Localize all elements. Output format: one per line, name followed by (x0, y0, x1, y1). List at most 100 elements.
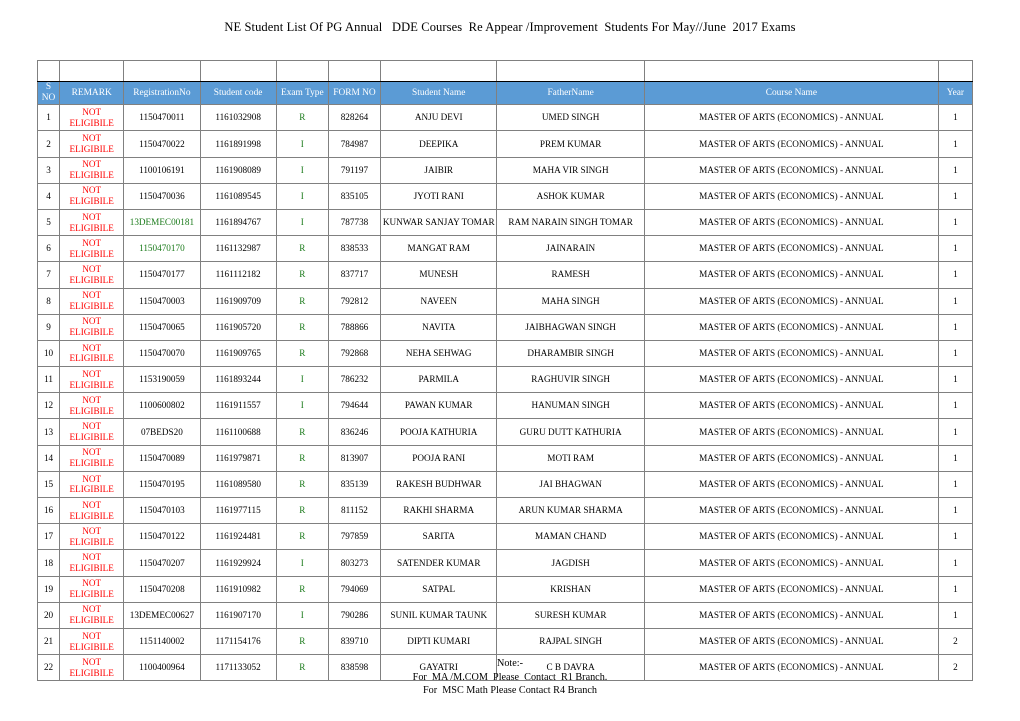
cell-student-name: POOJA RANI (380, 444, 498, 472)
cell-form-no: 836246 (327, 418, 382, 446)
spacer-cell-registration (123, 60, 201, 82)
cell-form-no: 838533 (327, 235, 382, 263)
cell-father-name: HANUMAN SINGH (496, 392, 645, 420)
table-row[interactable]: 12 NOT ELIGIBILE 1100600802 1161911557 I 79464… (36, 392, 974, 420)
remark-line-2: ELIGIBILE (69, 458, 114, 469)
cell-sno: 12 (36, 392, 61, 420)
table-row[interactable]: 20 NOT ELIGIBILE 13DEMEC00627 1161907170 I 790… (36, 601, 974, 629)
cell-form-no: 813907 (327, 444, 382, 472)
column-header-father-name[interactable]: FatherName (496, 80, 645, 106)
cell-father-name: JAINARAIN (496, 235, 645, 263)
column-header-year[interactable]: Year (937, 80, 974, 106)
cell-student-name: ANJU DEVI (380, 104, 498, 132)
cell-form-no: 803273 (327, 549, 382, 577)
table-row[interactable]: 15 NOT ELIGIBILE 1150470195 1161089580 R 83513… (36, 470, 974, 499)
cell-registration-no: 1153190059 (123, 366, 201, 394)
table-row[interactable]: 21 NOT ELIGIBILE 1151140002 1171154176 R 83971… (36, 627, 974, 656)
remark-line-2: ELIGIBILE (69, 222, 114, 233)
table-row[interactable]: 4 NOT ELIGIBILE 1150470036 1161089545 I 835105… (36, 182, 974, 210)
table-row[interactable]: 5 NOT ELIGIBILE 13DEMEC00181 1161894767 I 7877… (36, 208, 974, 237)
cell-exam-type: R (275, 627, 329, 656)
cell-father-name: JAI BHAGWAN (496, 470, 645, 499)
cell-sno: 21 (36, 627, 61, 656)
cell-registration-no: 1151140002 (123, 627, 201, 656)
remark-line-1: NOT (82, 499, 102, 510)
cell-remark: NOT ELIGIBILE (59, 627, 125, 656)
table-row[interactable]: 2 NOT ELIGIBILE 1150470022 1161891998 I 784987… (36, 130, 974, 158)
table-row[interactable]: 3 NOT ELIGIBILE 1100106191 1161908089 I 791197… (36, 156, 974, 184)
cell-registration-no: 1150470208 (123, 575, 201, 603)
table-row[interactable]: 18 NOT ELIGIBILE 1150470207 1161929924 I 80327… (36, 549, 974, 577)
cell-student-name: DIPTI KUMARI (380, 627, 498, 656)
cell-registration-no: 1150470170 (123, 235, 201, 263)
cell-sno: 10 (36, 339, 61, 368)
table-row[interactable]: 13 NOT ELIGIBILE 07BEDS20 1161100688 R 836246 P… (36, 418, 974, 446)
cell-remark: NOT ELIGIBILE (59, 366, 125, 394)
table-row[interactable]: 10 NOT ELIGIBILE 1150470070 1161909765 R 79286… (36, 339, 974, 368)
table-row[interactable]: 9 NOT ELIGIBILE 1150470065 1161905720 R 788866… (36, 313, 974, 341)
cell-remark: NOT ELIGIBILE (59, 261, 125, 289)
cell-student-code: 1161907170 (199, 601, 277, 629)
remark-line-1: NOT (82, 185, 102, 196)
table-header-row: S NO REMARK RegistrationNo Student code … (36, 80, 974, 106)
table-row[interactable]: 1 NOT ELIGIBILE 1150470011 1161032908 R 828264… (36, 104, 974, 132)
table-row[interactable]: 7 NOT ELIGIBILE 1150470177 1161112182 R 837717… (36, 261, 974, 289)
column-header-form-no[interactable]: FORM NO (327, 80, 382, 106)
spacer-cell-exam-type (275, 60, 329, 82)
table-row[interactable]: 6 NOT ELIGIBILE 1150470170 1161132987 R 838533… (36, 235, 974, 263)
cell-student-name: SARITA (380, 523, 498, 551)
remark-line-2: ELIGIBILE (69, 274, 114, 285)
column-header-remark[interactable]: REMARK (59, 80, 125, 106)
column-header-student-name[interactable]: Student Name (380, 80, 498, 106)
table-row[interactable]: 16 NOT ELIGIBILE 1150470103 1161977115 R 81115… (36, 496, 974, 525)
cell-course-name: MASTER OF ARTS (ECONOMICS) - ANNUAL (643, 339, 939, 368)
remark-line-1: NOT (82, 290, 102, 301)
cell-father-name: RAGHUVIR SINGH (496, 366, 645, 394)
remark-line-2: ELIGIBILE (69, 143, 114, 154)
cell-year: 1 (937, 575, 974, 603)
table-row[interactable]: 11 NOT ELIGIBILE 1153190059 1161893244 I 78623… (36, 366, 974, 394)
cell-student-name: SATENDER KUMAR (380, 549, 498, 577)
table-row[interactable]: 19 NOT ELIGIBILE 1150470208 1161910982 R 79406… (36, 575, 974, 603)
cell-course-name: MASTER OF ARTS (ECONOMICS) - ANNUAL (643, 130, 939, 158)
spacer-cell-year (937, 60, 974, 82)
cell-exam-type: R (275, 287, 329, 315)
footer-note: Note:- For MA /M.COM Please Contact R1 B… (0, 657, 1020, 698)
cell-student-code: 1161910982 (199, 575, 277, 603)
cell-year: 1 (937, 130, 974, 158)
cell-student-code: 1161100688 (199, 418, 277, 446)
cell-student-code: 1161911557 (199, 392, 277, 420)
cell-year: 1 (937, 418, 974, 446)
cell-student-name: RAKESH BUDHWAR (380, 470, 498, 499)
cell-student-code: 1161112182 (199, 261, 277, 289)
cell-remark: NOT ELIGIBILE (59, 496, 125, 525)
cell-remark: NOT ELIGIBILE (59, 182, 125, 210)
column-header-sno[interactable]: S NO (36, 80, 61, 106)
cell-sno: 17 (36, 523, 61, 551)
remark-line-2: ELIGIBILE (69, 641, 114, 652)
cell-sno: 15 (36, 470, 61, 499)
cell-student-name: MUNESH (380, 261, 498, 289)
cell-course-name: MASTER OF ARTS (ECONOMICS) - ANNUAL (643, 523, 939, 551)
cell-student-name: KUNWAR SANJAY TOMAR (380, 208, 498, 237)
cell-registration-no: 1150470003 (123, 287, 201, 315)
cell-father-name: MOTI RAM (496, 444, 645, 472)
cell-exam-type: I (275, 601, 329, 629)
cell-sno: 2 (36, 130, 61, 158)
cell-form-no: 828264 (327, 104, 382, 132)
remark-line-2: ELIGIBILE (69, 510, 114, 521)
column-header-course-name[interactable]: Course Name (643, 80, 939, 106)
cell-father-name: KRISHAN (496, 575, 645, 603)
column-header-exam-type[interactable]: Exam Type (275, 80, 329, 106)
remark-line-1: NOT (82, 447, 102, 458)
cell-father-name: JAGDISH (496, 549, 645, 577)
table-row[interactable]: 14 NOT ELIGIBILE 1150470089 1161979871 R 81390… (36, 444, 974, 472)
cell-exam-type: R (275, 575, 329, 603)
remark-line-2: ELIGIBILE (69, 562, 114, 573)
cell-registration-no: 1150470122 (123, 523, 201, 551)
table-row[interactable]: 8 NOT ELIGIBILE 1150470003 1161909709 R 792812… (36, 287, 974, 315)
table-row[interactable]: 17 NOT ELIGIBILE 1150470122 1161924481 R 79785… (36, 523, 974, 551)
cell-student-code: 1161977115 (199, 496, 277, 525)
column-header-registration-no[interactable]: RegistrationNo (123, 80, 201, 106)
column-header-student-code[interactable]: Student code (199, 80, 277, 106)
